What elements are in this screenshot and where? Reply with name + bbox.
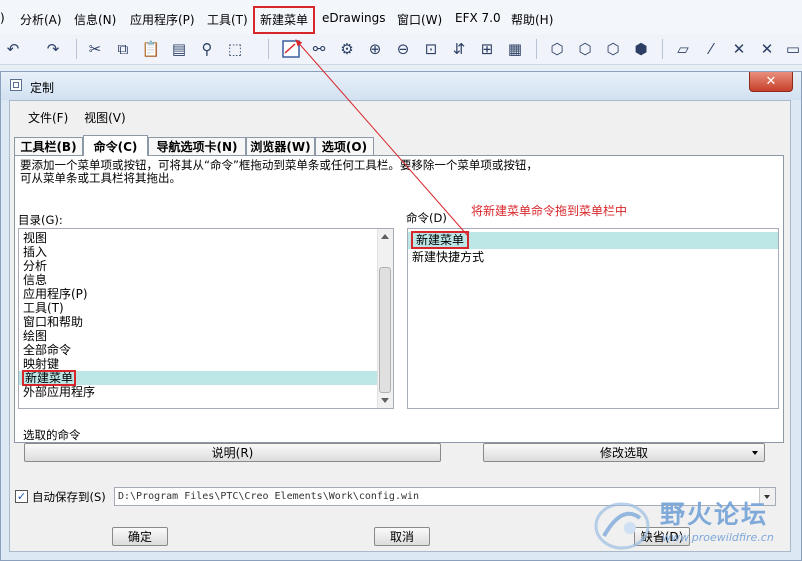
scroll-up-icon[interactable] bbox=[381, 234, 389, 239]
scroll-down-icon[interactable] bbox=[381, 398, 389, 403]
dialog-menu-file[interactable]: 文件(F) bbox=[28, 111, 68, 125]
dialog-menu: 文件(F) 视图(V) bbox=[28, 109, 138, 126]
toolbar-separator bbox=[268, 39, 269, 59]
modify-selection-dropdown[interactable]: 修改选取 bbox=[483, 443, 765, 462]
list-item[interactable]: 插入 bbox=[19, 245, 377, 259]
commands-panel: 要添加一个菜单项或按钮，可将其从“命令”框拖动到菜单条或任何工具栏。要移除一个菜… bbox=[14, 155, 784, 462]
list-item[interactable]: 分析 bbox=[19, 259, 377, 273]
shading-icon[interactable]: ⬢ bbox=[630, 38, 652, 60]
find-icon[interactable]: ⚲ bbox=[196, 38, 218, 60]
hidden-line-icon[interactable]: ⬡ bbox=[574, 38, 596, 60]
close-button[interactable]: ✕ bbox=[749, 72, 793, 92]
cancel-button[interactable]: 取消 bbox=[374, 527, 430, 546]
paste-special-icon[interactable]: ▤ bbox=[168, 38, 190, 60]
menu-item-new-menu[interactable]: 新建菜单 bbox=[253, 6, 316, 34]
commands-label: 命令(D) bbox=[406, 211, 447, 225]
commands-list[interactable]: 新建菜单 新建快捷方式 bbox=[407, 228, 779, 409]
menu-item-edrawings[interactable]: eDrawings bbox=[322, 11, 386, 25]
path-dropdown-icon[interactable] bbox=[759, 488, 775, 505]
toolbar-separator bbox=[536, 39, 537, 59]
scroll-thumb[interactable] bbox=[379, 267, 391, 393]
catalog-scrollbar[interactable] bbox=[377, 229, 393, 408]
description-button[interactable]: 说明(R) bbox=[24, 443, 441, 462]
customize-dialog: 定制 ✕ 文件(F) 视图(V) 工具栏(B) 命令(C) 导航选项卡(N) 浏… bbox=[0, 71, 802, 561]
command-item-new-shortcut[interactable]: 新建快捷方式 bbox=[408, 249, 778, 266]
list-item[interactable]: 外部应用程序 bbox=[19, 385, 377, 399]
list-item[interactable]: 应用程序(P) bbox=[19, 287, 377, 301]
autosave-checkbox[interactable]: ✓ bbox=[15, 490, 28, 503]
modify-selection-label: 修改选取 bbox=[599, 446, 648, 460]
app-toolbar: ↶ ↷ ✂ ⧉ 📋 ▤ ⚲ ⬚ ⚯ ⚙ ⊕ ⊖ ⊡ ⇵ ⊞ ▦ ⬡ ⬡ ⬡ ⬢ … bbox=[0, 34, 802, 65]
list-item[interactable]: 视图 bbox=[19, 231, 377, 245]
zoom-out-icon[interactable]: ⊖ bbox=[392, 38, 414, 60]
autosave-path-field[interactable]: D:\Program Files\PTC\Creo Elements\Work\… bbox=[114, 487, 776, 506]
orient-icon[interactable]: ⇵ bbox=[448, 38, 470, 60]
chevron-down-icon bbox=[752, 451, 758, 455]
tab-commands[interactable]: 命令(C) bbox=[83, 135, 148, 156]
autosave-label: 自动保存到(S) bbox=[32, 490, 106, 504]
command-item-new-menu[interactable]: 新建菜单 bbox=[408, 231, 778, 249]
saved-views-icon[interactable]: ⊞ bbox=[476, 38, 498, 60]
window-icon bbox=[10, 79, 22, 91]
list-item[interactable]: 映射键 bbox=[19, 357, 377, 371]
menu-item-tools[interactable]: 工具(T) bbox=[207, 11, 248, 28]
regenerate-icon[interactable]: ⚙ bbox=[336, 38, 358, 60]
datum-axis-icon[interactable]: ⁄ bbox=[700, 38, 722, 60]
ok-button[interactable]: 确定 bbox=[112, 527, 168, 546]
list-item[interactable]: 绘图 bbox=[19, 329, 377, 343]
instructions-text: 要添加一个菜单项或按钮，可将其从“命令”框拖动到菜单条或任何工具栏。要移除一个菜… bbox=[20, 158, 538, 185]
redo-icon[interactable]: ↷ bbox=[42, 38, 64, 60]
catalog-item-new-menu-label: 新建菜单 bbox=[21, 370, 77, 386]
dialog-title: 定制 bbox=[30, 81, 55, 95]
paste-icon[interactable]: 📋 bbox=[140, 38, 162, 60]
select-box-icon[interactable]: ⬚ bbox=[224, 38, 246, 60]
datum-csys-icon[interactable]: ✕ bbox=[756, 38, 778, 60]
list-item[interactable]: 工具(T) bbox=[19, 301, 377, 315]
datum-display-icon[interactable]: ▭ bbox=[782, 38, 802, 60]
catalog-label: 目录(G): bbox=[18, 213, 63, 227]
annotation-text: 将新建菜单命令拖到菜单栏中 bbox=[471, 204, 628, 218]
no-hidden-icon[interactable]: ⬡ bbox=[602, 38, 624, 60]
toolbar-separator bbox=[76, 39, 77, 59]
default-button[interactable]: 缺省(D) bbox=[634, 527, 690, 546]
dialog-menu-view[interactable]: 视图(V) bbox=[84, 111, 126, 125]
layers-icon[interactable]: ▦ bbox=[504, 38, 526, 60]
menu-item-applications[interactable]: 应用程序(P) bbox=[130, 11, 195, 28]
zoom-in-icon[interactable]: ⊕ bbox=[364, 38, 386, 60]
catalog-item-new-menu[interactable]: 新建菜单 bbox=[19, 370, 377, 386]
menu-item-efx[interactable]: EFX 7.0 bbox=[455, 11, 501, 25]
list-item[interactable]: 信息 bbox=[19, 273, 377, 287]
graph-icon[interactable]: ⚯ bbox=[308, 38, 330, 60]
menu-item-help[interactable]: 帮助(H) bbox=[511, 11, 553, 28]
autosave-path-value: D:\Program Files\PTC\Creo Elements\Work\… bbox=[118, 491, 420, 502]
catalog-list[interactable]: 视图 插入 分析 信息 应用程序(P) 工具(T) 窗口和帮助 绘图 全部命令 … bbox=[18, 228, 394, 409]
refit-icon[interactable]: ⊡ bbox=[420, 38, 442, 60]
menu-item-analysis[interactable]: 分析(A) bbox=[20, 11, 62, 28]
cut-icon[interactable]: ✂ bbox=[84, 38, 106, 60]
menu-item-truncated[interactable]: ) bbox=[0, 11, 5, 25]
wireframe-icon[interactable]: ⬡ bbox=[546, 38, 568, 60]
dialog-titlebar[interactable]: 定制 ✕ bbox=[1, 72, 801, 100]
tab-toolbars[interactable]: 工具栏(B) bbox=[14, 137, 83, 155]
new-menu-toolbar-icon[interactable] bbox=[280, 38, 302, 60]
selected-command-label: 选取的命令 bbox=[23, 428, 81, 442]
tab-navigator[interactable]: 导航选项卡(N) bbox=[148, 137, 246, 155]
menu-item-info[interactable]: 信息(N) bbox=[74, 11, 116, 28]
tab-browser[interactable]: 浏览器(W) bbox=[246, 137, 315, 155]
dialog-client: 文件(F) 视图(V) 工具栏(B) 命令(C) 导航选项卡(N) 浏览器(W)… bbox=[9, 100, 791, 552]
app-menu-bar: ) 分析(A) 信息(N) 应用程序(P) 工具(T) 新建菜单 eDrawin… bbox=[0, 0, 802, 35]
undo-icon[interactable]: ↶ bbox=[2, 38, 24, 60]
datum-point-icon[interactable]: ✕ bbox=[728, 38, 750, 60]
list-item[interactable]: 窗口和帮助 bbox=[19, 315, 377, 329]
copy-icon[interactable]: ⧉ bbox=[112, 38, 134, 60]
datum-plane-icon[interactable]: ▱ bbox=[672, 38, 694, 60]
tab-options[interactable]: 选项(O) bbox=[315, 137, 374, 155]
command-item-new-menu-label: 新建菜单 bbox=[410, 231, 470, 249]
list-item[interactable]: 全部命令 bbox=[19, 343, 377, 357]
toolbar-separator bbox=[662, 39, 663, 59]
menu-item-window[interactable]: 窗口(W) bbox=[397, 11, 442, 28]
